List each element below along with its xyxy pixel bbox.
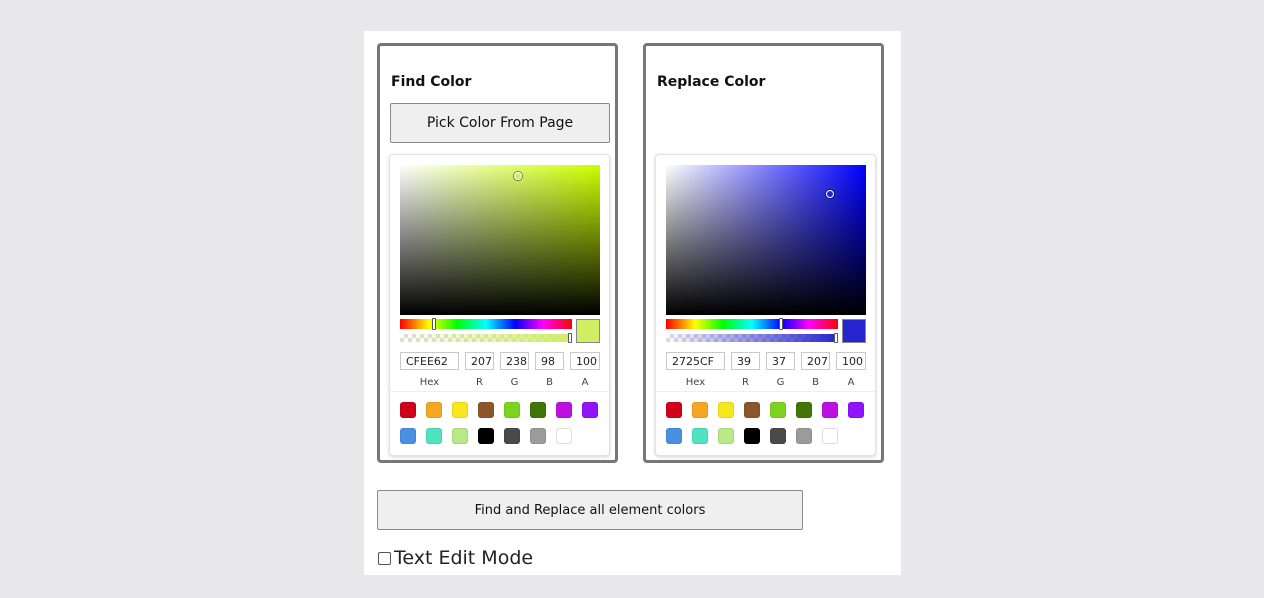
hex-input[interactable]: 2725CF xyxy=(666,352,725,370)
preset-swatch[interactable] xyxy=(426,402,442,418)
b-input[interactable]: 207 xyxy=(801,352,830,370)
a-label: A xyxy=(847,377,855,388)
text-edit-mode-label: Text Edit Mode xyxy=(394,547,534,569)
preset-swatches xyxy=(390,391,609,444)
preset-swatch[interactable] xyxy=(718,402,734,418)
color-replacer-panel: Find Color Pick Color From Page CFEE62 2… xyxy=(364,31,901,575)
b-input[interactable]: 98 xyxy=(535,352,564,370)
preset-swatch[interactable] xyxy=(582,402,598,418)
hex-input[interactable]: CFEE62 xyxy=(400,352,459,370)
hue-slider[interactable] xyxy=(666,318,838,330)
preset-swatch[interactable] xyxy=(426,428,442,444)
pick-color-button[interactable]: Pick Color From Page xyxy=(390,103,610,143)
saturation-area[interactable] xyxy=(400,165,600,315)
find-and-replace-button[interactable]: Find and Replace all element colors xyxy=(377,490,803,530)
replace-color-picker: 2725CF 39 37 207 100 Hex R G B A xyxy=(655,154,876,456)
find-color-title: Find Color xyxy=(391,74,472,90)
saturation-handle[interactable] xyxy=(826,189,834,198)
g-label: G xyxy=(776,377,785,388)
preset-swatch[interactable] xyxy=(478,402,494,418)
a-input[interactable]: 100 xyxy=(570,352,600,370)
text-edit-mode-row: Text Edit Mode xyxy=(378,547,533,569)
preset-swatches xyxy=(656,391,875,444)
hex-label: Hex xyxy=(419,377,440,388)
r-label: R xyxy=(476,377,483,388)
preset-swatch[interactable] xyxy=(848,402,864,418)
g-input[interactable]: 238 xyxy=(500,352,529,370)
current-color-swatch xyxy=(576,319,600,343)
replace-color-title: Replace Color xyxy=(657,74,766,90)
hue-slider[interactable] xyxy=(400,318,572,330)
preset-swatch[interactable] xyxy=(504,428,520,444)
saturation-handle[interactable] xyxy=(514,171,522,180)
preset-swatch[interactable] xyxy=(400,402,416,418)
preset-swatch[interactable] xyxy=(796,402,812,418)
current-color-swatch xyxy=(842,319,866,343)
r-label: R xyxy=(742,377,749,388)
preset-swatch[interactable] xyxy=(692,428,708,444)
preset-swatch[interactable] xyxy=(530,428,546,444)
preset-swatch[interactable] xyxy=(452,428,468,444)
preset-swatch[interactable] xyxy=(556,402,572,418)
hue-slider-handle[interactable] xyxy=(432,318,437,330)
g-input[interactable]: 37 xyxy=(766,352,795,370)
preset-swatch[interactable] xyxy=(770,428,786,444)
preset-swatch[interactable] xyxy=(504,402,520,418)
a-input[interactable]: 100 xyxy=(836,352,866,370)
preset-swatch[interactable] xyxy=(770,402,786,418)
replace-color-card: Replace Color 2725CF 39 37 207 100 Hex R… xyxy=(643,43,884,463)
preset-swatch[interactable] xyxy=(692,402,708,418)
preset-swatch[interactable] xyxy=(822,402,838,418)
preset-swatch[interactable] xyxy=(478,428,494,444)
preset-swatch[interactable] xyxy=(666,402,682,418)
a-label: A xyxy=(581,377,589,388)
preset-swatch[interactable] xyxy=(718,428,734,444)
preset-swatch[interactable] xyxy=(530,402,546,418)
r-input[interactable]: 39 xyxy=(731,352,760,370)
preset-swatch[interactable] xyxy=(744,428,760,444)
preset-swatch[interactable] xyxy=(452,402,468,418)
alpha-slider[interactable] xyxy=(666,333,838,343)
b-label: B xyxy=(546,377,553,388)
preset-swatch[interactable] xyxy=(796,428,812,444)
preset-swatch[interactable] xyxy=(744,402,760,418)
preset-swatch[interactable] xyxy=(666,428,682,444)
text-edit-mode-checkbox[interactable] xyxy=(378,551,391,565)
find-color-card: Find Color Pick Color From Page CFEE62 2… xyxy=(377,43,618,463)
saturation-area[interactable] xyxy=(666,165,866,315)
b-label: B xyxy=(812,377,819,388)
find-color-picker: CFEE62 207 238 98 100 Hex R G B A xyxy=(389,154,610,456)
r-input[interactable]: 207 xyxy=(465,352,494,370)
hue-slider-handle[interactable] xyxy=(779,318,784,330)
g-label: G xyxy=(510,377,519,388)
alpha-slider[interactable] xyxy=(400,333,572,343)
preset-swatch[interactable] xyxy=(400,428,416,444)
preset-swatch[interactable] xyxy=(556,428,572,444)
alpha-slider-handle[interactable] xyxy=(834,333,838,343)
hex-label: Hex xyxy=(685,377,706,388)
alpha-slider-handle[interactable] xyxy=(568,333,572,343)
preset-swatch[interactable] xyxy=(822,428,838,444)
